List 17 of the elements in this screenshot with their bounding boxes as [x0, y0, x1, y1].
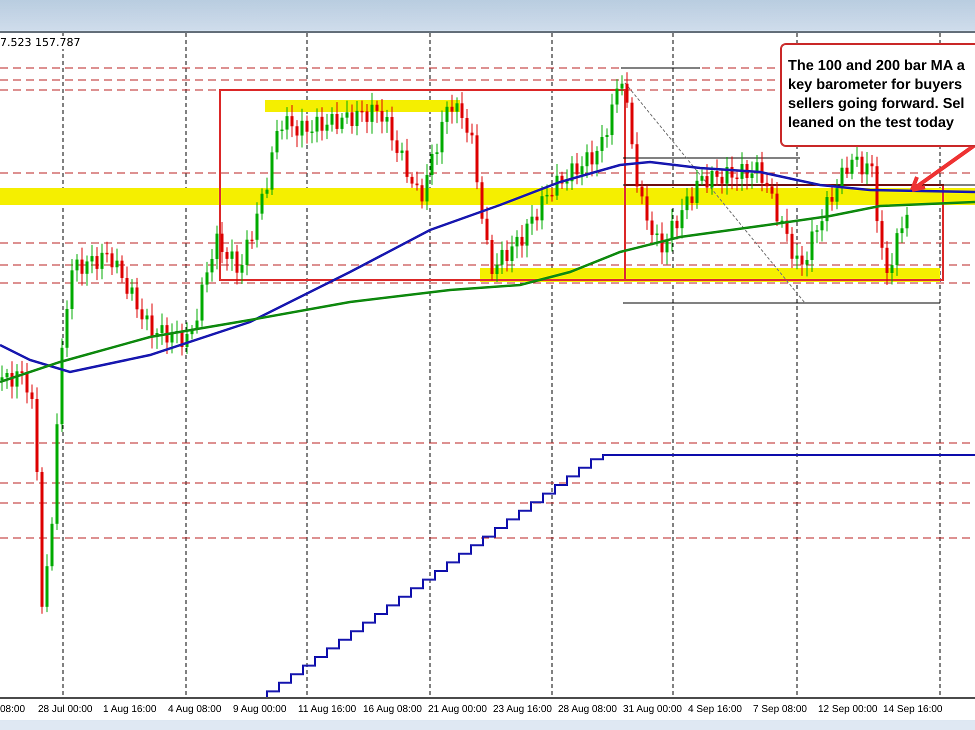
axis-label: 4 Sep 16:00: [688, 704, 742, 715]
axis-label: 4 Aug 08:00: [168, 704, 222, 715]
axis-label: 21 Aug 00:00: [428, 704, 487, 715]
axis-label: 12 Sep 00:00: [818, 704, 878, 715]
axis-label: 16 Aug 08:00: [363, 704, 422, 715]
axis-label: 1 Aug 16:00: [103, 704, 156, 715]
axis-label: 11 Aug 16:00: [298, 704, 356, 715]
axis-label: 28 Jul 00:00: [38, 704, 92, 715]
price-readout: 7.523 157.787: [0, 36, 80, 49]
axis-label: 23 Aug 16:00: [493, 704, 552, 715]
axis-label: 31 Aug 00:00: [623, 704, 682, 715]
axis-label: 9 Aug 00:00: [233, 704, 286, 715]
axis-label: 28 Aug 08:00: [558, 704, 617, 715]
axis-label: 14 Sep 16:00: [883, 704, 942, 715]
axis-label: 08:00: [0, 704, 26, 715]
axis-label: 7 Sep 08:00: [753, 704, 807, 715]
annotation-callout: The 100 and 200 bar MA a key barometer for buyers sellers going forward. Sel leaned on the test today: [780, 43, 975, 147]
